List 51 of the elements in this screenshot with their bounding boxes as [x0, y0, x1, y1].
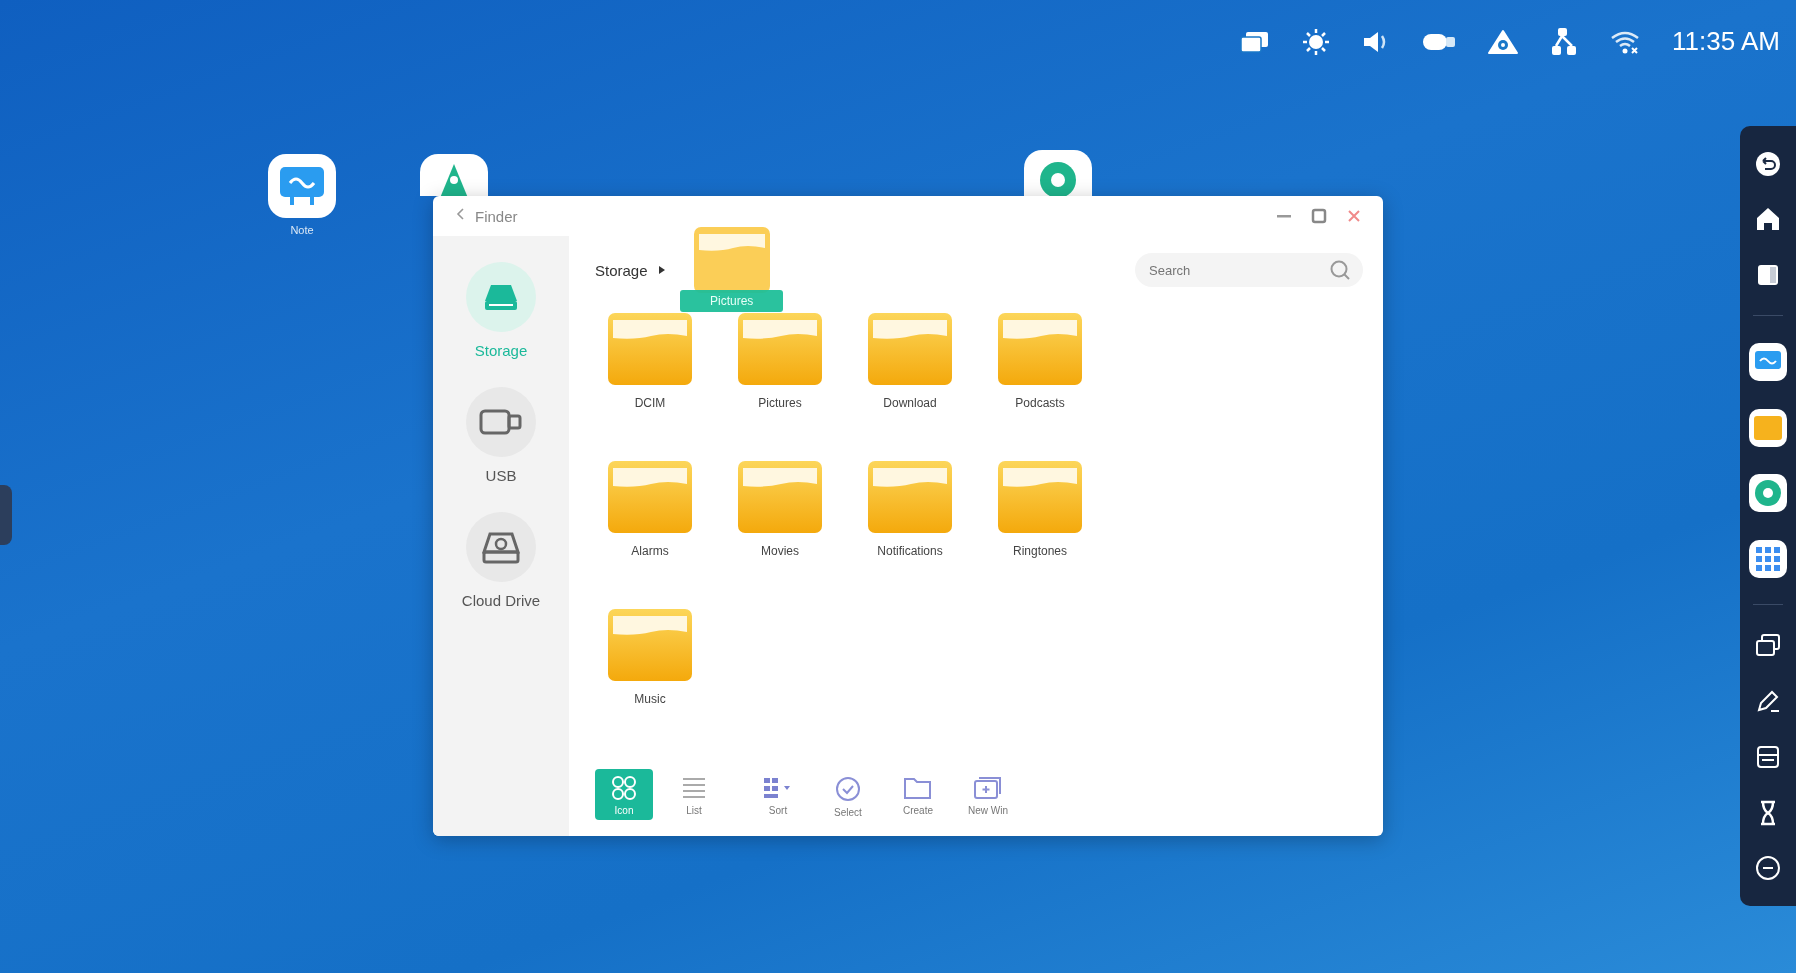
- folder-item[interactable]: Notifications: [855, 460, 965, 558]
- toolbar-button[interactable]: List: [665, 769, 723, 820]
- usb-drive-icon: [479, 408, 523, 436]
- folder-icon: [867, 312, 953, 386]
- folder-icon: [737, 312, 823, 386]
- caret-icon: [657, 265, 666, 275]
- maximize-icon[interactable]: [1311, 208, 1327, 224]
- brightness-icon[interactable]: [1302, 27, 1331, 56]
- cloud-drive-icon: [482, 530, 520, 564]
- folder-icon: [607, 608, 693, 682]
- folder-icon: [997, 312, 1083, 386]
- grid-view-icon: [610, 775, 638, 801]
- toolbar-button[interactable]: Create: [889, 769, 947, 820]
- minimize-icon[interactable]: [1277, 214, 1291, 218]
- folder-item[interactable]: Alarms: [595, 460, 705, 558]
- camera-icon[interactable]: [1422, 31, 1457, 52]
- network-icon[interactable]: [1550, 26, 1579, 57]
- folder-item[interactable]: Music: [595, 608, 705, 706]
- app-grid-icon[interactable]: [1748, 538, 1788, 579]
- toolbar-button[interactable]: Select: [819, 769, 877, 822]
- new-window-icon: [973, 775, 1003, 801]
- drive-icon: [483, 282, 519, 312]
- folder-item[interactable]: Podcasts: [985, 312, 1095, 410]
- folder-item[interactable]: Movies: [725, 460, 835, 558]
- breadcrumb-link[interactable]: Storage: [595, 261, 648, 279]
- folder-icon: [997, 460, 1083, 534]
- cast-icon[interactable]: [1488, 28, 1519, 55]
- toolbar-button[interactable]: New Win: [959, 769, 1017, 820]
- folder-icon: [607, 312, 693, 386]
- window-title: Finder: [475, 207, 518, 225]
- screen-mirror-icon[interactable]: [1240, 29, 1271, 54]
- folder-item[interactable]: Ringtones: [985, 460, 1095, 558]
- folder-outline-icon: [903, 775, 933, 801]
- folder-app-icon[interactable]: [1748, 407, 1788, 448]
- folder-icon: [867, 460, 953, 534]
- folder-item[interactable]: Download: [855, 312, 965, 410]
- list-view-icon: [680, 775, 708, 801]
- dragged-folder-label: Pictures: [680, 290, 784, 312]
- folder-icon: [737, 460, 823, 534]
- ring-app-icon[interactable]: [1748, 473, 1788, 514]
- folder-item[interactable]: DCIM: [595, 312, 705, 410]
- clock-time: 11:35 AM: [1672, 26, 1780, 57]
- check-circle-icon: [834, 775, 862, 803]
- toolbar-button[interactable]: Sort: [749, 769, 807, 820]
- folder-icon: [607, 460, 693, 534]
- bell-app-icon[interactable]: [420, 154, 488, 196]
- whiteboard-app-icon[interactable]: [1748, 342, 1788, 383]
- app-label: Note: [290, 224, 314, 236]
- search-field[interactable]: Search: [1135, 253, 1363, 287]
- side-handle[interactable]: [0, 485, 12, 545]
- folder-item[interactable]: Pictures: [725, 312, 835, 410]
